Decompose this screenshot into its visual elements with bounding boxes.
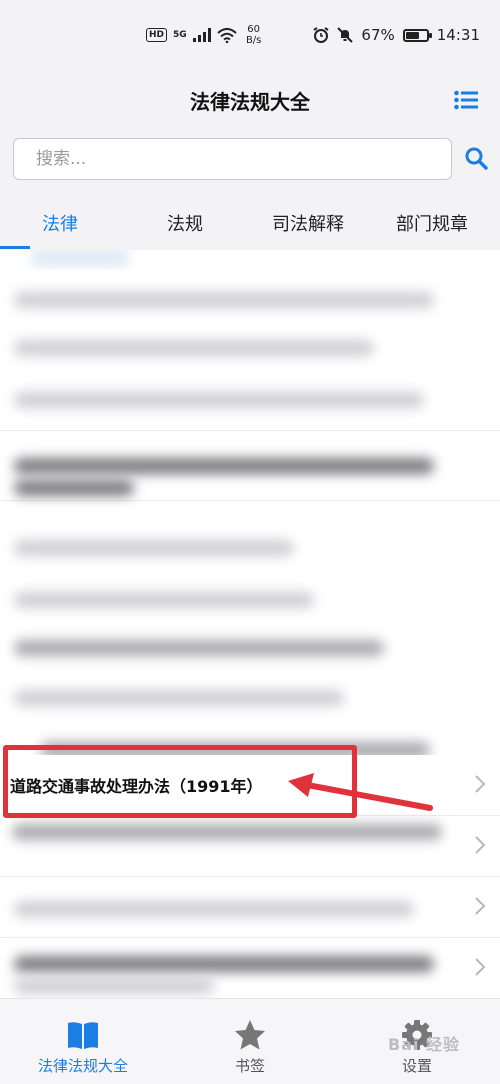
battery-percent: 67% <box>361 26 395 44</box>
nav-settings-label: 设置 <box>401 1057 432 1075</box>
app-header: 法律法规大全 <box>0 72 500 128</box>
wifi-icon <box>217 27 237 43</box>
speed-value: 60 <box>247 24 261 35</box>
chevron-right-icon <box>475 958 486 976</box>
network-speed: 60 B/s <box>243 24 265 46</box>
mute-bell-icon <box>337 27 354 43</box>
list-item[interactable] <box>0 938 500 998</box>
bottom-navigation: 法律法规大全 书签 设置 Bai 经验 <box>0 998 500 1084</box>
category-tabs: 法律 法规 司法解释 部门规章 <box>0 196 500 249</box>
list-item[interactable] <box>0 440 500 501</box>
nav-laws-label: 法律法规大全 <box>37 1057 128 1075</box>
tab-regulation[interactable]: 法规 <box>167 210 203 236</box>
nav-bookmarks[interactable]: 书签 <box>167 999 333 1084</box>
list-menu-icon[interactable] <box>454 90 478 110</box>
annotation-arrow-icon <box>288 773 433 811</box>
signal-bars-icon <box>192 28 211 42</box>
search-input[interactable] <box>13 138 452 180</box>
search-icon[interactable] <box>464 146 488 170</box>
chevron-right-icon <box>475 775 486 793</box>
tab-department-rules[interactable]: 部门规章 <box>396 210 468 236</box>
status-left: HD 5G 60 B/s <box>146 24 265 46</box>
list-item[interactable] <box>0 877 500 938</box>
battery-icon <box>402 28 432 42</box>
chevron-right-icon <box>475 836 486 854</box>
watermark: Bai 经验 <box>388 1035 461 1054</box>
star-icon <box>235 1020 265 1050</box>
clock: 14:31 <box>436 26 480 44</box>
battery-fill <box>405 31 420 39</box>
tab-law[interactable]: 法律 <box>42 210 78 236</box>
nav-bookmarks-label: 书签 <box>234 1057 265 1075</box>
alarm-icon <box>313 27 329 43</box>
open-book-icon <box>68 1022 98 1049</box>
tab-judicial-interpretation[interactable]: 司法解释 <box>272 210 344 236</box>
signal-type: 5G <box>173 30 187 40</box>
page-title: 法律法规大全 <box>190 90 310 114</box>
chevron-right-icon <box>475 897 486 915</box>
speed-unit: B/s <box>245 35 262 46</box>
law-list: 道路交通事故处理办法（1991年） <box>0 250 500 998</box>
nav-laws[interactable]: 法律法规大全 <box>0 999 166 1084</box>
status-bar: HD 5G 60 B/s 67% 14:31 <box>0 0 500 72</box>
status-right: 67% 14:31 <box>313 26 480 44</box>
list-item[interactable] <box>0 816 500 877</box>
active-tab-indicator <box>0 246 30 249</box>
hd-badge: HD <box>146 28 168 42</box>
list-item[interactable] <box>0 370 500 431</box>
